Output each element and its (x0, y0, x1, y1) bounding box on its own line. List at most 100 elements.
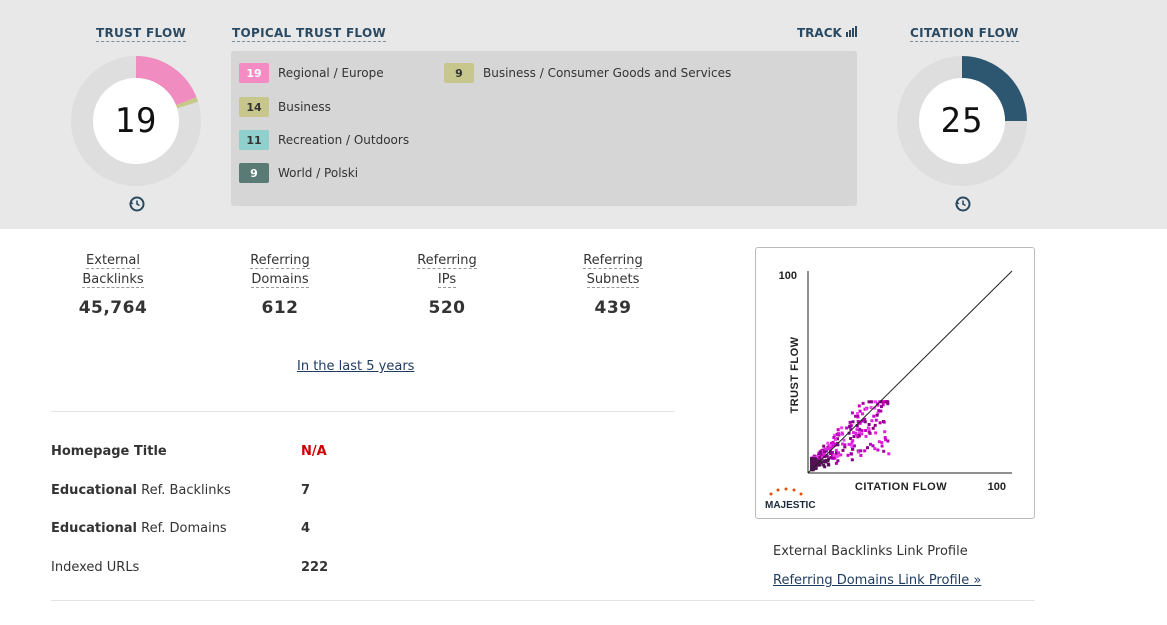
scatter-point (841, 448, 845, 452)
stat-label[interactable]: Backlinks (82, 272, 144, 288)
topic-item[interactable]: 9 World / Polski (239, 163, 358, 183)
scatter-point (841, 442, 845, 446)
topic-item[interactable]: 11 Recreation / Outdoors (239, 130, 409, 150)
info-label-bold: Educational (51, 483, 138, 498)
scatter-point (818, 455, 822, 459)
scatter-point (836, 459, 840, 463)
scatter-point (885, 400, 889, 404)
scatter-point (883, 430, 887, 434)
scatter-point (840, 431, 844, 435)
trust-flow-secondary-arc (175, 97, 199, 109)
topic-item[interactable]: 19 Regional / Europe (239, 63, 384, 83)
scatter-point (826, 447, 830, 451)
stat-referring-subnets: Referring Subnets 439 (553, 251, 673, 318)
scatter-point (850, 411, 854, 415)
scatter-point (854, 431, 858, 435)
scatter-point (852, 444, 856, 448)
stat-label[interactable]: IPs (437, 272, 457, 288)
stat-referring-domains: Referring Domains 612 (220, 251, 340, 318)
scatter-point (887, 452, 891, 456)
stat-value: 612 (261, 298, 299, 318)
info-value: 7 (301, 483, 311, 498)
scatter-point (849, 452, 853, 456)
y-axis-label: TRUST FLOW (789, 336, 801, 413)
topical-trust-flow-title[interactable]: TOPICAL TRUST FLOW (232, 26, 386, 42)
scatter-point (860, 429, 864, 433)
scatter-point (832, 436, 836, 439)
scatter-point (863, 449, 867, 453)
stat-value: 45,764 (78, 298, 148, 318)
history-icon[interactable] (953, 195, 971, 213)
track-button[interactable]: TRACK (797, 26, 858, 40)
scatter-point (864, 434, 868, 438)
scatter-point (864, 429, 868, 432)
scatter-point (851, 447, 855, 451)
scatter-point (882, 449, 886, 453)
info-label: Indexed URLs (51, 560, 140, 575)
referring-domains-profile-link[interactable]: Referring Domains Link Profile » (773, 573, 981, 588)
scatter-point (824, 459, 828, 463)
citation-flow-donut: 25 (897, 56, 1027, 186)
bar-chart-icon (845, 26, 858, 40)
scatter-point (859, 453, 863, 457)
scatter-point (822, 452, 826, 456)
info-value: N/A (301, 444, 327, 459)
scatter-point (846, 453, 850, 457)
scatter-point (850, 444, 854, 448)
topic-label: Business / Consumer Goods and Services (483, 66, 732, 80)
scatter-point (823, 447, 827, 451)
majestic-logo: MAJESTIC (765, 487, 816, 511)
topic-score-badge: 11 (239, 130, 269, 150)
stat-label[interactable]: Referring (250, 253, 310, 269)
stat-label[interactable]: Referring (417, 253, 477, 269)
topic-label: Recreation / Outdoors (278, 133, 410, 147)
flow-metrics-chart[interactable]: 100 100 CITATION FLOW TRUST FLOW MAJESTI… (755, 247, 1035, 519)
external-backlinks-profile-text: External Backlinks Link Profile (773, 544, 968, 559)
scatter-point (828, 443, 832, 447)
period-link[interactable]: In the last 5 years (297, 359, 414, 374)
scatter-point (867, 423, 871, 426)
flow-scatter-plot: 100 100 CITATION FLOW TRUST FLOW MAJESTI… (765, 270, 1013, 511)
topic-score-badge: 9 (444, 63, 474, 83)
info-value: 222 (301, 560, 329, 575)
scatter-point (861, 401, 865, 405)
stat-label[interactable]: Referring (583, 253, 643, 269)
scatter-point (848, 424, 852, 428)
scatter-point (827, 463, 831, 467)
logo-text: MAJESTIC (765, 500, 816, 511)
topic-score-badge: 14 (239, 97, 269, 117)
scatter-points (810, 400, 891, 472)
scatter-point (871, 444, 875, 448)
y-max-label: 100 (779, 270, 797, 282)
scatter-point (840, 426, 844, 430)
scatter-point (873, 447, 877, 451)
stat-label[interactable]: External (86, 253, 140, 269)
citation-flow-title[interactable]: CITATION FLOW (910, 26, 1019, 42)
x-max-label: 100 (988, 481, 1006, 493)
scatter-point (864, 407, 868, 411)
topic-item[interactable]: 9 Business / Consumer Goods and Services (444, 63, 731, 83)
topic-item[interactable]: 14 Business (239, 97, 331, 117)
stat-value: 520 (428, 298, 466, 318)
topic-label: Regional / Europe (278, 66, 384, 80)
stat-value: 439 (594, 298, 632, 318)
scatter-point (869, 406, 873, 409)
topic-score-badge: 19 (239, 63, 269, 83)
scatter-point (880, 444, 884, 448)
scatter-point (845, 426, 849, 430)
stat-label[interactable]: Subnets (586, 272, 640, 288)
scatter-point (866, 446, 869, 450)
trust-flow-title[interactable]: TRUST FLOW (96, 26, 187, 42)
history-icon[interactable] (127, 195, 145, 213)
stat-external-backlinks: External Backlinks 45,764 (53, 251, 173, 318)
scatter-point (875, 413, 879, 417)
stat-label[interactable]: Domains (251, 272, 309, 288)
scatter-point (867, 430, 871, 434)
scatter-point (882, 420, 886, 424)
track-label: TRACK (797, 26, 842, 40)
scatter-point (837, 451, 841, 455)
scatter-point (837, 433, 841, 437)
scatter-point (851, 420, 855, 424)
stat-referring-ips: Referring IPs 520 (387, 251, 507, 318)
scatter-point (876, 448, 880, 452)
